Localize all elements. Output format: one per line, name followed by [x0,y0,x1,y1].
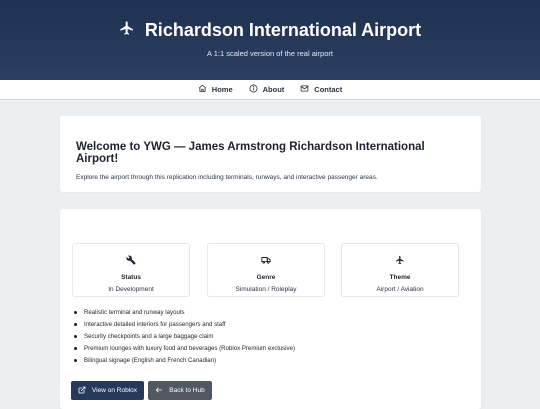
view-on-roblox-label: View on Roblox [91,387,138,394]
view-on-roblox-button[interactable]: View on Roblox [71,381,144,400]
status-label: Status [121,274,141,281]
list-item: Premium lounges with luxury food and bev… [74,342,295,354]
main-nav: Home About Contact [0,80,540,100]
list-item: Realistic terminal and runway layouts [74,307,295,319]
status-value: In Development [108,286,154,293]
arrow-left-icon [155,386,163,396]
site-title: Richardson International Airport [0,20,540,41]
genre-label: Genre [256,274,276,281]
theme-label: Theme [389,274,411,281]
truck-icon [261,252,271,269]
nav-contact-label: Contact [314,85,343,94]
list-item: Bilingual signage (English and French Ca… [74,354,295,366]
nav-about-label: About [262,85,285,94]
wrench-icon [126,252,136,269]
details-card: Status In Development Genre Simulation /… [60,209,481,409]
info-icon [249,84,258,95]
nav-contact[interactable]: Contact [300,84,342,95]
back-to-hub-label: Back to Hub [169,387,205,394]
genre-card: Genre Simulation / Roleplay [207,243,325,297]
welcome-title: Welcome to YWG — James Armstrong Richard… [76,141,425,165]
welcome-description: Explore the airport through this replica… [76,174,378,181]
feature-list: Realistic terminal and runway layouts In… [74,307,295,366]
external-link-icon [78,386,86,396]
genre-value: Simulation / Roleplay [235,286,297,293]
site-subtitle: A 1:1 scaled version of the real airport [207,49,333,58]
hero-header: Richardson International Airport A 1:1 s… [0,0,540,80]
nav-home[interactable]: Home [198,84,233,95]
list-item: Interactive detailed interiors for passe… [74,319,295,331]
site-title-text: Richardson International Airport [144,20,422,40]
home-icon [198,84,207,95]
welcome-card: Welcome to YWG — James Armstrong Richard… [60,116,481,192]
theme-value: Airport / Aviation [376,286,424,293]
airplane-icon [395,252,405,269]
theme-card: Theme Airport / Aviation [341,243,459,297]
envelope-icon [300,84,309,95]
back-to-hub-button[interactable]: Back to Hub [148,381,212,400]
nav-home-label: Home [211,85,233,94]
airplane-icon [119,20,135,41]
nav-about[interactable]: About [249,84,285,95]
status-card: Status In Development [72,243,190,297]
list-item: Security checkpoints and a large baggage… [74,331,295,343]
